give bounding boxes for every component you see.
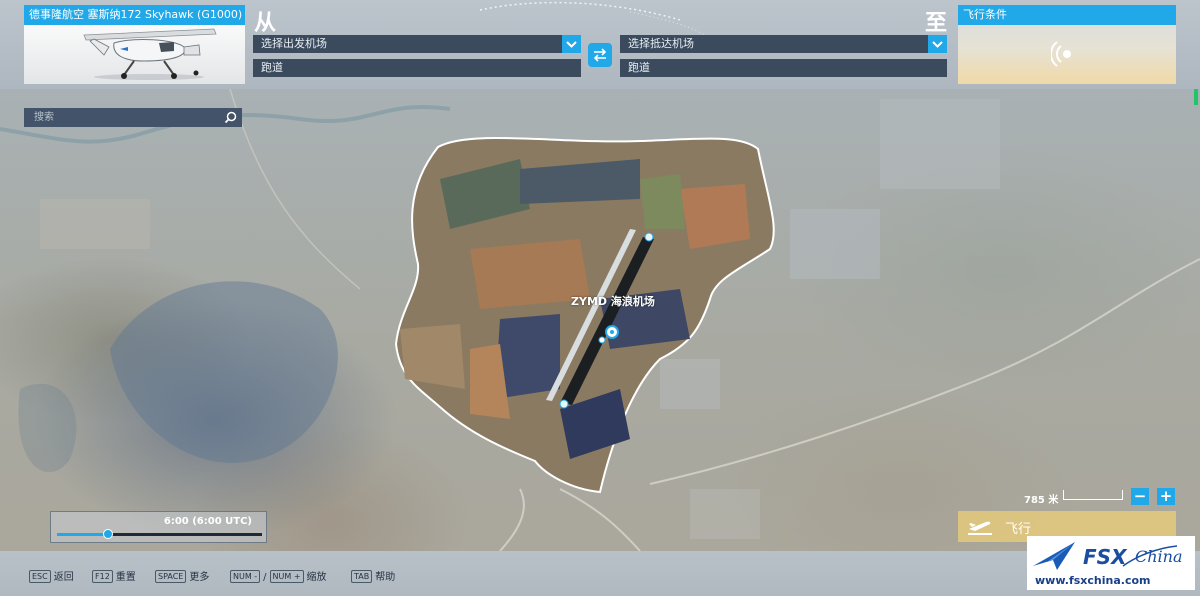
- map-scale-text: 785 米: [1024, 495, 1059, 506]
- svg-text:FSX: FSX: [1083, 545, 1128, 569]
- key-num-plus: NUM +: [269, 570, 304, 583]
- key-space: SPACE: [155, 570, 187, 583]
- hint-reset-label: 重置: [115, 572, 136, 583]
- time-slider-fill: [57, 533, 109, 536]
- hint-more[interactable]: SPACE 更多: [155, 568, 209, 583]
- departure-airport-label: 选择出发机场: [261, 37, 327, 50]
- key-num-minus: NUM -: [230, 570, 261, 583]
- arrival-airport-select[interactable]: 选择抵达机场: [620, 35, 947, 53]
- search-placeholder: 搜索: [34, 112, 54, 123]
- time-slider-handle[interactable]: [103, 529, 114, 539]
- chevron-down-icon[interactable]: [562, 35, 581, 53]
- watermark-url: www.fsxchina.com: [1035, 574, 1151, 587]
- hint-help[interactable]: TAB 帮助: [351, 568, 395, 583]
- airport-search-input[interactable]: 搜索: [24, 108, 242, 127]
- key-separator: /: [263, 572, 267, 583]
- hint-back-label: 返回: [53, 572, 74, 583]
- time-of-day-text: 6:00 (6:00 UTC): [163, 516, 252, 527]
- search-icon[interactable]: [223, 110, 238, 125]
- flight-conditions-card[interactable]: 飞行条件: [958, 5, 1176, 84]
- flight-conditions-title: 飞行条件: [958, 5, 1176, 25]
- hint-help-label: 帮助: [375, 572, 396, 583]
- weather-signal-icon: [1051, 41, 1071, 67]
- fsxchina-watermark: FSX China www.fsxchina.com: [1027, 536, 1195, 590]
- zoom-out-button[interactable]: −: [1131, 488, 1149, 505]
- time-of-day-panel: 6:00 (6:00 UTC): [50, 511, 267, 543]
- aircraft-name: 德事隆航空 塞斯纳172 Skyhawk (G1000): [24, 5, 245, 25]
- time-of-day-slider[interactable]: [57, 529, 262, 539]
- arrival-runway-field[interactable]: 跑道: [620, 59, 947, 77]
- departure-runway-label: 跑道: [261, 61, 283, 74]
- hint-back[interactable]: ESC 返回: [29, 568, 74, 583]
- map-view[interactable]: [0, 89, 1200, 551]
- airport-region: [394, 136, 775, 494]
- zoom-in-button[interactable]: +: [1157, 488, 1175, 505]
- swap-airports-button[interactable]: [588, 43, 612, 67]
- swap-icon: [593, 48, 607, 62]
- satellite-terrain: [0, 89, 1200, 551]
- arrival-airport-label: 选择抵达机场: [628, 37, 694, 50]
- to-label: 至: [925, 11, 948, 36]
- from-label: 从: [254, 11, 277, 36]
- airport-name-label[interactable]: ZYMD 海浪机场: [571, 293, 655, 309]
- departure-runway-field[interactable]: 跑道: [253, 59, 581, 77]
- airplane-takeoff-icon: [968, 521, 992, 535]
- hint-zoom[interactable]: NUM - / NUM + 缩放: [230, 568, 327, 583]
- key-f12: F12: [92, 570, 113, 583]
- key-esc: ESC: [29, 570, 51, 583]
- key-hints-bar: ESC 返回 F12 重置 SPACE 更多 NUM - / NUM + 缩放 TAB 帮助: [0, 551, 1200, 596]
- hint-reset[interactable]: F12 重置: [92, 568, 136, 583]
- key-tab: TAB: [351, 570, 373, 583]
- aircraft-image: [24, 25, 245, 84]
- arrival-runway-label: 跑道: [628, 61, 650, 74]
- aircraft-selector[interactable]: 德事隆航空 塞斯纳172 Skyhawk (G1000): [24, 5, 245, 84]
- map-scale-bar: [1063, 490, 1123, 500]
- departure-airport-select[interactable]: 选择出发机场: [253, 35, 581, 53]
- fly-button-label: 飞行: [1005, 522, 1032, 537]
- hint-more-label: 更多: [189, 572, 210, 583]
- chevron-down-icon[interactable]: [928, 35, 947, 53]
- flight-plan-header: 德事隆航空 塞斯纳172 Skyhawk (G1000) 从 至 选择出发机场: [0, 0, 1200, 89]
- fsxchina-logo: FSX China: [1033, 542, 1183, 570]
- hint-zoom-label: 缩放: [306, 572, 327, 583]
- scroll-indicator[interactable]: [1194, 89, 1198, 105]
